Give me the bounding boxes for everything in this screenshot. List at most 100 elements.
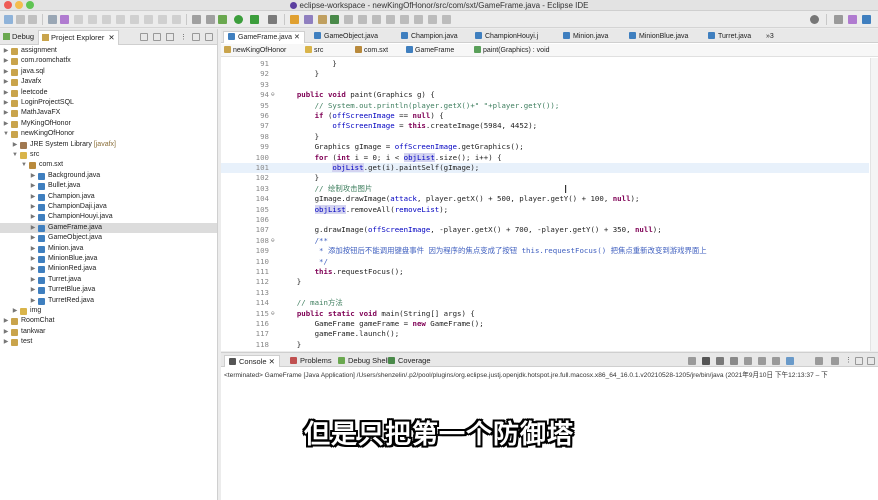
collapsed-arrow-icon[interactable]: ▶	[30, 192, 36, 202]
use-step-filters-icon[interactable]	[206, 15, 215, 24]
tree-item[interactable]: ▶ assignment	[0, 46, 217, 56]
fold-toggle-icon[interactable]: ⊖	[271, 90, 275, 100]
tree-item[interactable]: ▶ test	[0, 337, 217, 347]
breadcrumb-item[interactable]: paint(Graphics) : void	[474, 44, 550, 57]
java-file-item[interactable]: ▶ Minion.java	[0, 244, 217, 254]
collapsed-arrow-icon[interactable]: ▶	[12, 306, 18, 316]
scroll-lock-icon[interactable]	[744, 357, 752, 365]
run-icon[interactable]	[234, 15, 243, 24]
collapsed-arrow-icon[interactable]: ▶	[3, 316, 9, 326]
collapsed-arrow-icon[interactable]: ▶	[3, 98, 9, 108]
tab-project-explorer[interactable]: Project Explorer ✕	[38, 30, 119, 45]
tree-item[interactable]: ▶ com.roomchatfx	[0, 56, 217, 66]
step-into-icon[interactable]	[144, 15, 153, 24]
collapsed-arrow-icon[interactable]: ▶	[3, 56, 9, 66]
editor-tab[interactable]: »3	[766, 31, 774, 43]
collapsed-arrow-icon[interactable]: ▶	[30, 244, 36, 254]
debug-icon[interactable]	[218, 15, 227, 24]
fold-toggle-icon[interactable]: ⊖	[271, 236, 275, 246]
new-package-icon[interactable]	[304, 15, 313, 24]
collapsed-arrow-icon[interactable]: ▶	[30, 171, 36, 181]
terminate-icon[interactable]	[116, 15, 125, 24]
link-with-editor-icon[interactable]	[153, 33, 161, 41]
pin-editor-icon[interactable]	[442, 15, 451, 24]
collapsed-arrow-icon[interactable]: ▶	[30, 181, 36, 191]
expanded-arrow-icon[interactable]: ▼	[12, 150, 18, 160]
collapsed-arrow-icon[interactable]: ▶	[30, 296, 36, 306]
breadcrumb-item[interactable]: src	[305, 44, 323, 57]
collapsed-arrow-icon[interactable]: ▶	[3, 337, 9, 347]
show-on-output-icon[interactable]	[772, 357, 780, 365]
editor-tab[interactable]: Champion.java	[401, 31, 458, 43]
editor-scrollbar[interactable]	[870, 58, 878, 351]
expanded-arrow-icon[interactable]: ▼	[21, 160, 27, 170]
tree-item[interactable]: ▼ newKingOfHonor	[0, 129, 217, 139]
fold-toggle-icon[interactable]: ⊖	[271, 309, 275, 319]
display-selected-console-icon[interactable]	[815, 357, 823, 365]
collapsed-arrow-icon[interactable]: ▶	[30, 275, 36, 285]
mark-occurrences-icon[interactable]	[330, 15, 339, 24]
close-icon[interactable]: ✕	[267, 357, 275, 366]
collapsed-arrow-icon[interactable]: ▶	[3, 77, 9, 87]
collapsed-arrow-icon[interactable]: ▶	[3, 67, 9, 77]
breadcrumb-item[interactable]: com.sxt	[355, 44, 388, 57]
view-menu-icon[interactable]: ⋮	[180, 33, 188, 41]
minimize-view-icon[interactable]	[192, 33, 200, 41]
external-tools-icon[interactable]	[268, 15, 277, 24]
collapsed-arrow-icon[interactable]: ▶	[30, 254, 36, 264]
new-icon[interactable]	[4, 15, 13, 24]
editor-tab[interactable]: Minion.java	[563, 31, 608, 43]
collapsed-arrow-icon[interactable]: ▶	[30, 285, 36, 295]
clear-console-icon[interactable]	[688, 357, 696, 365]
java-file-item[interactable]: ▶ GameObject.java	[0, 233, 217, 243]
filter-icon[interactable]	[166, 33, 174, 41]
collapsed-arrow-icon[interactable]: ▶	[3, 119, 9, 129]
java-file-item[interactable]: ▶ TurretBlue.java	[0, 285, 217, 295]
new-java-project-icon[interactable]	[290, 15, 299, 24]
tree-item[interactable]: ▶ JRE System Library [javafx]	[0, 140, 217, 150]
tree-item[interactable]: ▶ java.sql	[0, 67, 217, 77]
java-file-item[interactable]: ▶ MinionRed.java	[0, 264, 217, 274]
close-icon[interactable]: ✕	[108, 33, 114, 42]
java-file-item[interactable]: ▶ ChampionDaji.java	[0, 202, 217, 212]
editor-tab[interactable]: MinionBlue.java	[629, 31, 688, 43]
last-edit-location-icon[interactable]	[400, 15, 409, 24]
collapsed-arrow-icon[interactable]: ▶	[3, 88, 9, 98]
resume-icon[interactable]	[88, 15, 97, 24]
console-tab[interactable]: Problems	[290, 355, 332, 367]
collapsed-arrow-icon[interactable]: ▶	[12, 140, 18, 150]
java-file-item[interactable]: ▶ GameFrame.java	[0, 222, 217, 234]
tab-debug[interactable]: Debug	[3, 32, 34, 41]
java-file-item[interactable]: ▶ Bullet.java	[0, 181, 217, 191]
collapsed-arrow-icon[interactable]: ▶	[30, 264, 36, 274]
console-tab[interactable]: Coverage	[388, 355, 431, 367]
debug-perspective-icon[interactable]	[848, 15, 857, 24]
maximize-view-icon[interactable]	[205, 33, 213, 41]
save-all-icon[interactable]	[28, 15, 37, 24]
java-perspective-icon[interactable]	[862, 15, 871, 24]
tree-item[interactable]: ▶ Javafx	[0, 77, 217, 87]
pin-console-icon[interactable]	[786, 357, 794, 365]
tree-item[interactable]: ▶ LoginProjectSQL	[0, 98, 217, 108]
java-file-item[interactable]: ▶ Turret.java	[0, 275, 217, 285]
open-console-icon[interactable]	[831, 357, 839, 365]
collapsed-arrow-icon[interactable]: ▶	[3, 108, 9, 118]
expanded-arrow-icon[interactable]: ▼	[3, 129, 9, 139]
tree-item[interactable]: ▶ tankwar	[0, 327, 217, 337]
tree-item[interactable]: ▶ MyKingOfHonor	[0, 119, 217, 129]
debug-view-icon[interactable]	[60, 15, 69, 24]
toggle-block-selection-icon[interactable]	[344, 15, 353, 24]
tree-item[interactable]: ▶ MathJavaFX	[0, 108, 217, 118]
tree-item[interactable]: ▶ RoomChat	[0, 316, 217, 326]
java-file-item[interactable]: ▶ MinionBlue.java	[0, 254, 217, 264]
java-file-item[interactable]: ▶ TurretRed.java	[0, 296, 217, 306]
breadcrumb-item[interactable]: GameFrame	[406, 44, 454, 57]
save-icon[interactable]	[16, 15, 25, 24]
java-file-item[interactable]: ▶ Champion.java	[0, 192, 217, 202]
view-menu-icon[interactable]: ⋮	[845, 356, 853, 364]
tree-item[interactable]: ▼ src	[0, 150, 217, 160]
drop-to-frame-icon[interactable]	[192, 15, 201, 24]
suspend-icon[interactable]	[102, 15, 111, 24]
close-icon[interactable]: ✕	[292, 34, 300, 41]
previous-annotation-icon[interactable]	[386, 15, 395, 24]
